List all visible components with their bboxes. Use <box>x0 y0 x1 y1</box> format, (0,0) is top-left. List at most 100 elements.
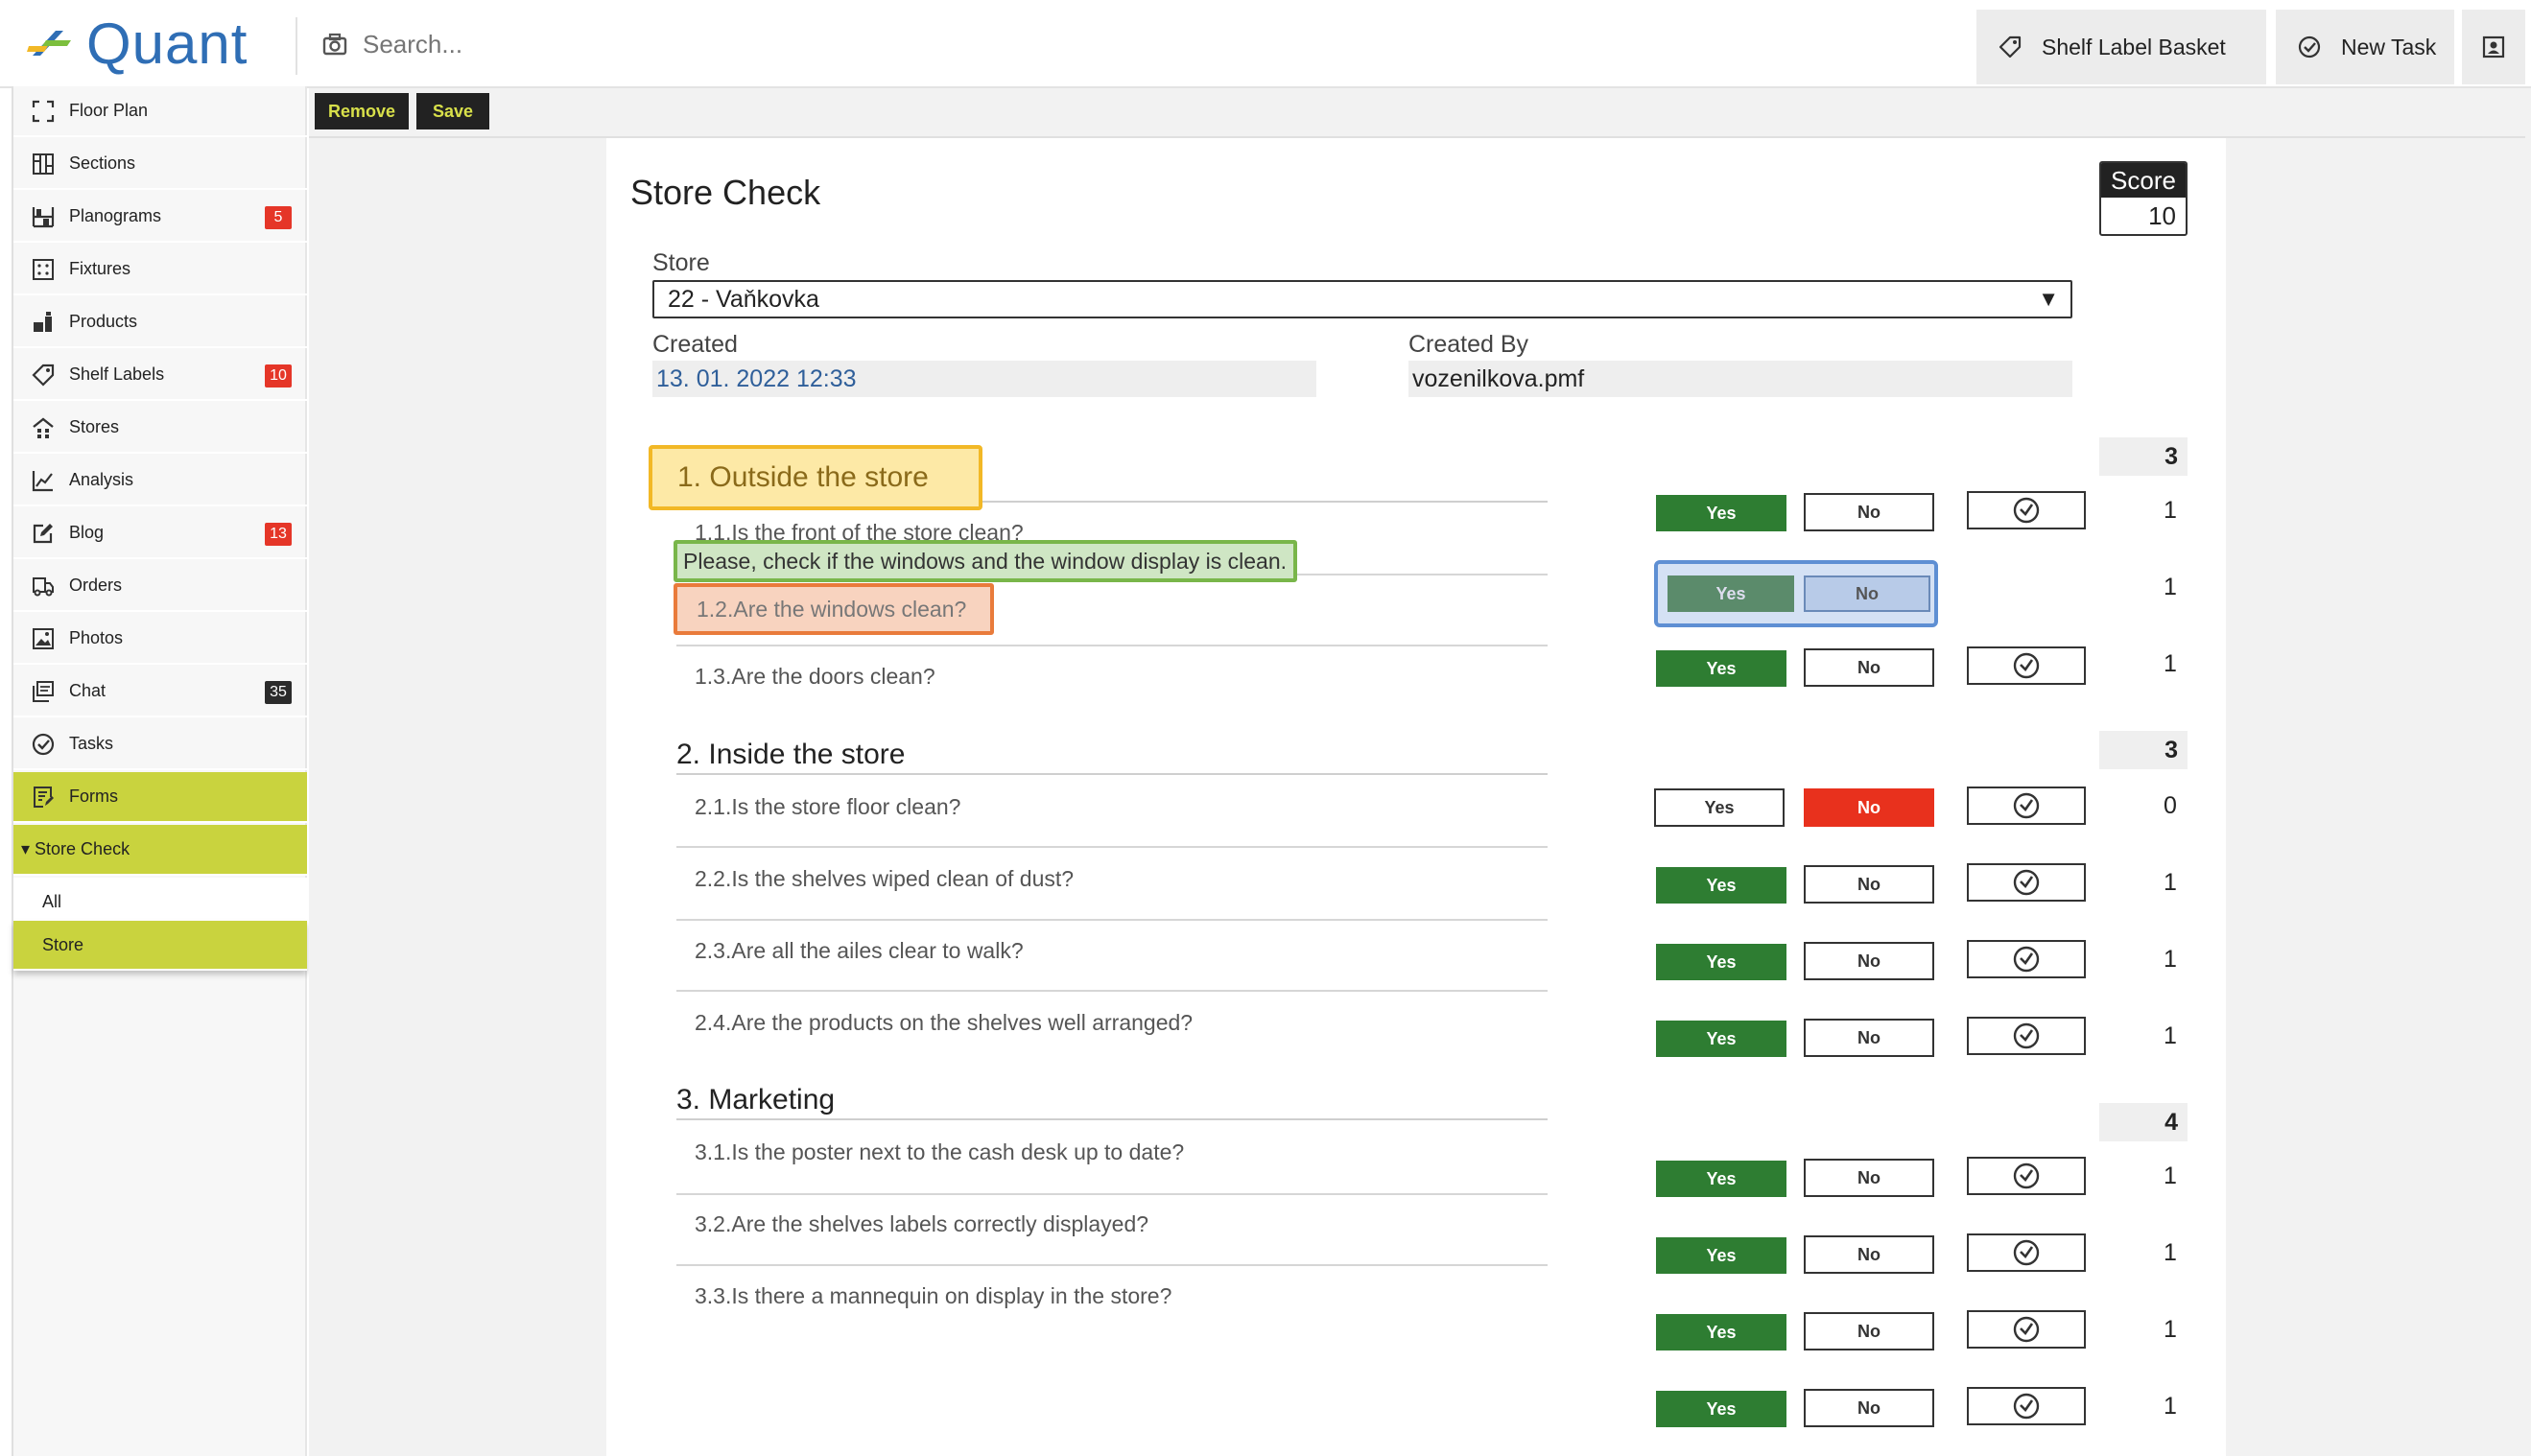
check-button[interactable] <box>1967 1233 2086 1272</box>
question-points: 1 <box>2164 1316 2177 1343</box>
created-field: 13. 01. 2022 12:33 <box>652 361 1316 397</box>
no-button[interactable]: No <box>1804 648 1934 687</box>
planograms-count-badge: 5 <box>265 206 292 229</box>
question-text: 3.3.Is there a mannequin on display in t… <box>695 1283 1172 1308</box>
check-button[interactable] <box>1967 787 2086 825</box>
user-profile-button[interactable] <box>2462 10 2525 84</box>
yes-button[interactable]: Yes <box>1656 867 1786 904</box>
image-icon <box>29 624 58 653</box>
no-button[interactable]: No <box>1804 942 1934 980</box>
no-button[interactable]: No <box>1804 1159 1934 1197</box>
check-circle-icon <box>2013 1316 2040 1343</box>
sidebar-subitem-store[interactable]: Store <box>13 921 307 971</box>
sidebar-item-sections[interactable]: Sections <box>13 139 307 190</box>
remove-button[interactable]: Remove <box>315 93 409 129</box>
yes-button[interactable]: Yes <box>1656 944 1786 980</box>
sidebar-item-photos[interactable]: Photos <box>13 614 307 665</box>
no-button[interactable]: No <box>1804 865 1934 904</box>
sidebar-item-label: Photos <box>69 628 124 647</box>
question-divider <box>676 645 1548 646</box>
sidebar-item-stores[interactable]: Stores <box>13 403 307 454</box>
sidebar-item-label: Tasks <box>69 734 114 753</box>
section-title-highlight: 1. Outside the store <box>649 445 982 510</box>
check-circle-icon <box>2295 33 2324 61</box>
check-button[interactable] <box>1967 1017 2086 1055</box>
question-text: 1.3.Are the doors clean? <box>695 664 935 689</box>
question-divider <box>676 990 1548 992</box>
dropdown-arrow-icon: ▼ <box>2038 287 2059 311</box>
check-button[interactable] <box>1967 863 2086 902</box>
store-select[interactable]: 22 - Vaňkovka ▼ <box>652 280 2072 318</box>
new-task-button[interactable]: New Task <box>2276 10 2454 84</box>
yes-button[interactable]: Yes <box>1656 1021 1786 1057</box>
sidebar-item-label: Shelf Labels <box>69 364 165 384</box>
shelf-label-basket-button[interactable]: Shelf Label Basket <box>1976 10 2266 84</box>
sidebar-item-tasks[interactable]: Tasks <box>13 719 307 770</box>
question-points: 1 <box>2164 1162 2177 1189</box>
question-text-highlight: 1.2.Are the windows clean? <box>674 583 994 635</box>
sections-icon <box>29 150 58 178</box>
no-button[interactable]: No <box>1804 575 1930 612</box>
check-circle-icon <box>2013 497 2040 524</box>
check-circle-icon <box>2013 1239 2040 1266</box>
sidebar-item-label: Fixtures <box>69 259 131 278</box>
sidebar-item-planograms[interactable]: Planograms 5 <box>13 192 307 243</box>
yes-button[interactable]: Yes <box>1656 1161 1786 1197</box>
yes-button[interactable]: Yes <box>1656 1391 1786 1427</box>
sidebar-item-floor-plan[interactable]: Floor Plan <box>13 86 307 137</box>
camera-icon[interactable] <box>322 33 347 56</box>
sidebar-item-orders[interactable]: Orders <box>13 561 307 612</box>
search-input[interactable] <box>361 28 748 60</box>
question-points: 1 <box>2164 1022 2177 1049</box>
answer-buttons-highlight: Yes No <box>1654 560 1938 627</box>
yes-button[interactable]: Yes <box>1656 650 1786 687</box>
no-button[interactable]: No <box>1804 788 1934 827</box>
sidebar-item-forms[interactable]: Forms <box>13 772 307 823</box>
question-points: 1 <box>2164 497 2177 524</box>
sidebar-item-shelf-labels[interactable]: Shelf Labels 10 <box>13 350 307 401</box>
yes-button[interactable]: Yes <box>1668 575 1794 612</box>
tag-icon <box>29 361 58 389</box>
sidebar-item-products[interactable]: Products <box>13 297 307 348</box>
check-circle-icon <box>2013 652 2040 679</box>
yes-button[interactable]: Yes <box>1656 1237 1786 1274</box>
app-logo[interactable]: Quant <box>27 12 248 76</box>
shelf-label-basket-label: Shelf Label Basket <box>2042 34 2226 59</box>
question-text: 2.4.Are the products on the shelves well… <box>695 1010 1194 1035</box>
sidebar-item-chat[interactable]: Chat 35 <box>13 667 307 717</box>
sidebar-item-analysis[interactable]: Analysis <box>13 456 307 506</box>
section-total: 4 <box>2099 1103 2188 1141</box>
question-text: 2.1.Is the store floor clean? <box>695 794 961 819</box>
check-button[interactable] <box>1967 940 2086 978</box>
no-button[interactable]: No <box>1804 1019 1934 1057</box>
yes-button[interactable]: Yes <box>1654 788 1785 827</box>
no-button[interactable]: No <box>1804 1389 1934 1427</box>
truck-icon <box>29 572 58 600</box>
check-button[interactable] <box>1967 491 2086 529</box>
question-divider <box>676 919 1548 921</box>
sidebar-item-label: Chat <box>69 681 106 700</box>
sidebar-item-blog[interactable]: Blog 13 <box>13 508 307 559</box>
no-button[interactable]: No <box>1804 493 1934 531</box>
check-button[interactable] <box>1967 1157 2086 1195</box>
blog-count-badge: 13 <box>265 523 292 546</box>
check-button[interactable] <box>1967 1387 2086 1425</box>
frame-icon <box>29 97 58 126</box>
yes-button[interactable]: Yes <box>1656 1314 1786 1350</box>
check-button[interactable] <box>1967 646 2086 685</box>
sidebar-item-store-check[interactable]: ▾ Store Check <box>13 825 307 876</box>
check-circle-icon <box>2013 869 2040 896</box>
save-button[interactable]: Save <box>416 93 489 129</box>
question-points: 1 <box>2164 574 2177 600</box>
check-button[interactable] <box>1967 1310 2086 1349</box>
sidebar-item-fixtures[interactable]: Fixtures <box>13 245 307 295</box>
sidebar-item-label: Store <box>42 934 84 954</box>
sidebar-item-label: All <box>42 892 62 911</box>
quant-logo-icon <box>27 31 71 56</box>
question-text: 3.2.Are the shelves labels correctly dis… <box>695 1211 1149 1236</box>
no-button[interactable]: No <box>1804 1312 1934 1350</box>
no-button[interactable]: No <box>1804 1235 1934 1274</box>
search-box[interactable] <box>322 23 748 65</box>
check-circle-icon <box>2013 1393 2040 1420</box>
yes-button[interactable]: Yes <box>1656 495 1786 531</box>
